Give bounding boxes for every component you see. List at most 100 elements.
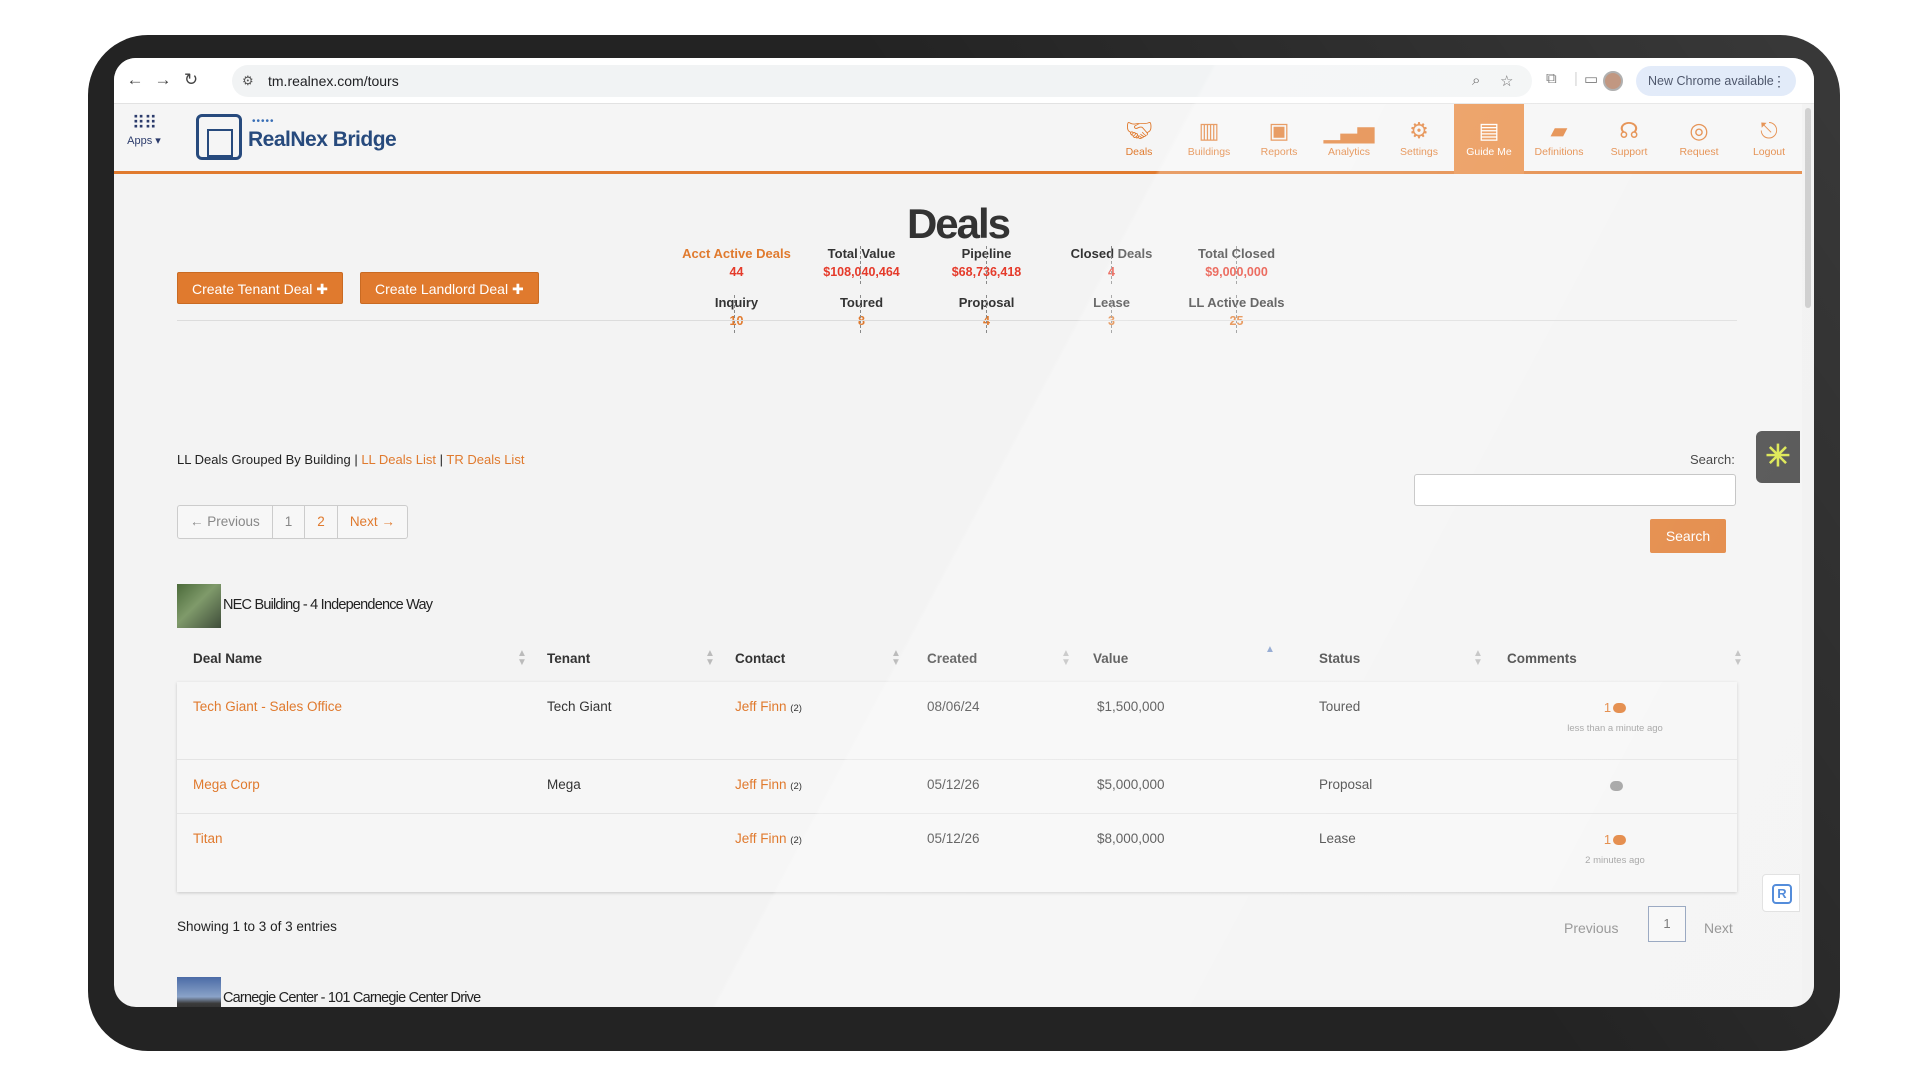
stat-divider xyxy=(1236,246,1237,284)
assistant-widget-icon[interactable]: ✳ xyxy=(1756,431,1800,483)
table-previous[interactable]: Previous xyxy=(1564,920,1618,936)
col-contact[interactable]: Contact xyxy=(735,651,785,666)
contact-link[interactable]: Jeff Finn (2) xyxy=(735,831,802,846)
building-name[interactable]: NEC Building - 4 Independence Way xyxy=(223,597,433,613)
stat-divider xyxy=(734,295,735,333)
sort-icon[interactable]: ▲ ▼ xyxy=(1733,649,1743,668)
table-page-1[interactable]: 1 xyxy=(1648,906,1686,942)
comment-bubble-icon[interactable] xyxy=(1613,834,1627,845)
apps-menu[interactable]: ⠿⠿ Apps ▾ xyxy=(124,113,164,147)
deal-name-link[interactable]: Mega Corp xyxy=(193,777,260,792)
created-cell: 08/06/24 xyxy=(927,699,980,714)
comments-cell[interactable] xyxy=(1545,777,1685,795)
pager-page-1[interactable]: 1 xyxy=(273,506,306,538)
col-created[interactable]: Created xyxy=(927,651,977,666)
search-input[interactable] xyxy=(1414,474,1736,506)
building-name[interactable]: Carnegie Center - 101 Carnegie Center Dr… xyxy=(223,990,481,1006)
stat-divider xyxy=(1111,295,1112,333)
sort-icon[interactable]: ▲ ▼ xyxy=(705,649,715,668)
comment-bubble-icon[interactable] xyxy=(1609,780,1623,791)
col-value[interactable]: Value xyxy=(1093,651,1128,666)
link-separator: | xyxy=(354,452,358,467)
sort-icon[interactable]: ▲ ▼ xyxy=(1061,649,1071,668)
nav-buildings[interactable]: ▥ Buildings xyxy=(1174,104,1244,174)
tr-deals-list-link[interactable]: TR Deals List xyxy=(446,452,524,467)
sort-icon[interactable]: ▲ ▼ xyxy=(891,649,901,668)
contact-link[interactable]: Jeff Finn (2) xyxy=(735,777,802,792)
comment-time: 2 minutes ago xyxy=(1585,855,1645,866)
extensions-icon[interactable]: ⧉ xyxy=(1546,70,1557,87)
realnex-logo[interactable]: ••••• RealNex Bridge xyxy=(196,114,426,162)
nav-label: Request xyxy=(1679,146,1719,158)
zoom-icon[interactable]: ⌕ xyxy=(1472,72,1480,89)
apps-grid-icon: ⠿⠿ xyxy=(131,113,157,133)
nav-reports[interactable]: ▣ Reports xyxy=(1244,104,1314,174)
nav-analytics[interactable]: ▁▃▅ Analytics xyxy=(1314,104,1384,174)
nav-logout[interactable]: ⎋ Logout xyxy=(1734,104,1804,174)
nav-request[interactable]: ◎ Request xyxy=(1664,104,1734,174)
col-comments[interactable]: Comments xyxy=(1507,651,1577,666)
browser-toolbar: ← → ↻ ⚙ tm.realnex.com/tours ⌕ ☆ ⧉ | ▭ N… xyxy=(114,58,1814,104)
building-thumbnail[interactable] xyxy=(177,584,221,628)
profile-avatar[interactable] xyxy=(1603,71,1623,91)
comment-bubble-icon[interactable] xyxy=(1613,702,1627,713)
forward-icon[interactable]: → xyxy=(152,69,174,91)
comments-cell[interactable]: 1 less than a minute ago xyxy=(1545,699,1685,734)
created-cell: 05/12/26 xyxy=(927,831,980,846)
nav-settings[interactable]: ⚙ Settings xyxy=(1384,104,1454,174)
col-tenant[interactable]: Tenant xyxy=(547,651,590,666)
contact-link[interactable]: Jeff Finn (2) xyxy=(735,699,802,714)
ll-deals-list-link[interactable]: LL Deals List xyxy=(361,452,436,467)
more-menu-icon[interactable]: ⋮ xyxy=(1772,66,1786,96)
value-cell: $8,000,000 xyxy=(1097,831,1165,846)
pager-page-2[interactable]: 2 xyxy=(305,506,338,538)
reload-icon[interactable]: ↻ xyxy=(180,69,202,91)
nav-guide-me[interactable]: ▤ Guide Me xyxy=(1454,104,1524,174)
pager-next[interactable]: Next → xyxy=(338,506,407,538)
page-scrollbar[interactable] xyxy=(1802,104,1814,1007)
search-label: Search: xyxy=(1690,452,1735,467)
bookmark-star-icon[interactable]: ☆ xyxy=(1500,72,1513,90)
deal-name-link[interactable]: Tech Giant - Sales Office xyxy=(193,699,342,714)
tenant-cell: Tech Giant xyxy=(547,699,612,714)
sort-icon[interactable]: ▲ ▼ xyxy=(517,649,527,668)
create-tenant-deal-button[interactable]: Create Tenant Deal ✚ xyxy=(177,272,343,304)
nav-label: Settings xyxy=(1400,146,1438,158)
book-icon: ▰ xyxy=(1550,118,1568,143)
comment-count[interactable]: 1 xyxy=(1604,832,1611,847)
url-text[interactable]: tm.realnex.com/tours xyxy=(268,73,399,89)
back-icon[interactable]: ← xyxy=(124,69,146,91)
nav-deals[interactable]: 🤝︎ Deals xyxy=(1104,104,1174,174)
comment-count[interactable]: 1 xyxy=(1604,700,1611,715)
chrome-update-button[interactable]: New Chrome available ⋮ xyxy=(1636,66,1796,96)
sort-asc-icon[interactable]: ▲ xyxy=(1265,645,1275,655)
nav-label: Logout xyxy=(1752,146,1786,158)
stat-total-value: Total Value $108,040,464 xyxy=(799,246,924,279)
col-deal-name[interactable]: Deal Name xyxy=(193,651,262,666)
sort-icon[interactable]: ▲ ▼ xyxy=(1473,649,1483,668)
screen: ← → ↻ ⚙ tm.realnex.com/tours ⌕ ☆ ⧉ | ▭ N… xyxy=(114,58,1814,1007)
site-settings-icon[interactable]: ⚙ xyxy=(242,73,254,89)
deal-name-link[interactable]: Titan xyxy=(193,831,223,846)
guide-icon: ▤ xyxy=(1478,118,1500,143)
table-next[interactable]: Next xyxy=(1704,920,1733,936)
realnex-widget-button[interactable]: R xyxy=(1762,874,1800,912)
headset-icon: ☊ xyxy=(1619,118,1639,143)
app-header: ⠿⠿ Apps ▾ ••••• RealNex Bridge 🤝︎ Deals ▥… xyxy=(114,104,1802,174)
col-status[interactable]: Status xyxy=(1319,651,1360,666)
scrollbar-thumb[interactable] xyxy=(1805,108,1811,308)
nav-label: Buildings xyxy=(1187,146,1231,158)
search-button[interactable]: Search xyxy=(1650,519,1726,553)
nav-definitions[interactable]: ▰ Definitions xyxy=(1524,104,1594,174)
comments-cell[interactable]: 1 2 minutes ago xyxy=(1545,831,1685,866)
address-bar[interactable]: ⚙ tm.realnex.com/tours ⌕ ☆ xyxy=(232,65,1532,97)
building-thumbnail[interactable] xyxy=(177,977,221,1007)
update-label: New Chrome available xyxy=(1648,74,1774,88)
pager-previous[interactable]: ← Previous xyxy=(178,506,273,538)
grouping-links: LL Deals Grouped By Building | LL Deals … xyxy=(177,452,524,467)
page-title: Deals xyxy=(906,200,1011,247)
table-header: Deal Name ▲ ▼ Tenant ▲ ▼ Contact ▲ ▼ Create… xyxy=(177,639,1743,679)
tab-search-icon[interactable]: ▭ xyxy=(1584,70,1598,88)
nav-support[interactable]: ☊ Support xyxy=(1594,104,1664,174)
create-landlord-deal-button[interactable]: Create Landlord Deal ✚ xyxy=(360,272,539,304)
